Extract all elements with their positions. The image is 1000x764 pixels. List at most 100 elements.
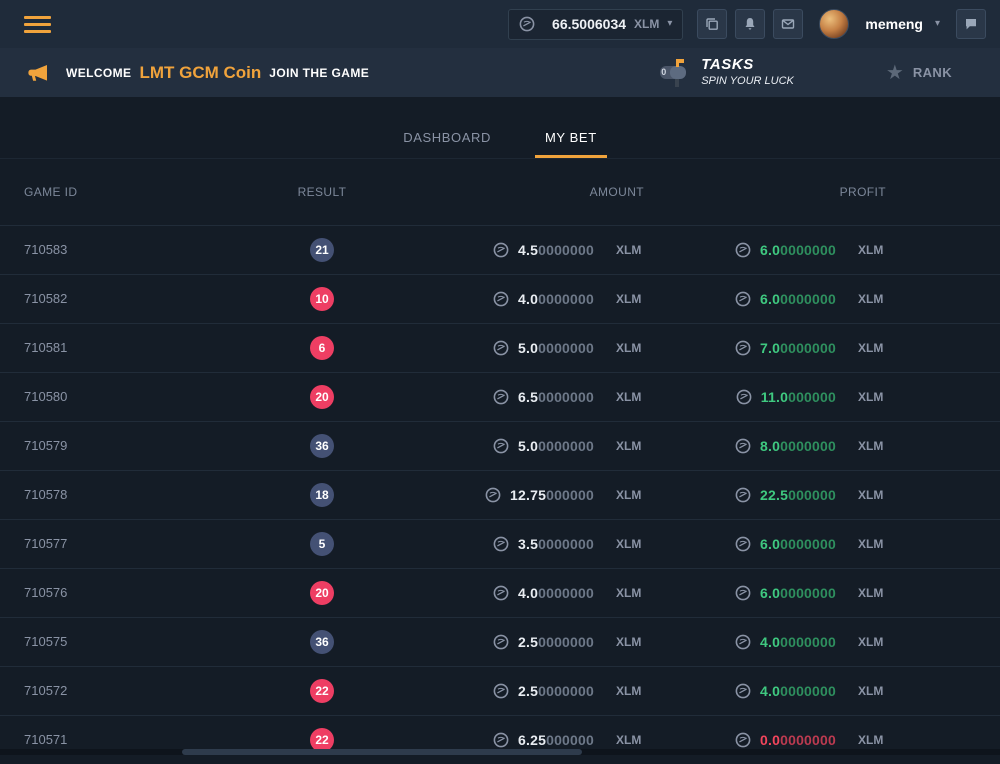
balance-selector[interactable]: 66.5006034 XLM ▾ [508, 9, 683, 40]
profit-cell: 6.00000000 XLM [735, 242, 886, 258]
amount-zeros: 0000000 [538, 389, 594, 405]
amount-value: 4.5 [518, 242, 538, 258]
currency-label: XLM [616, 292, 644, 306]
currency-label: XLM [858, 341, 886, 355]
profit-zeros: 0000000 [780, 438, 836, 454]
horizontal-scrollbar [0, 749, 1000, 755]
amount-cell: 4.00000000 XLM [493, 291, 644, 307]
currency-label: XLM [616, 586, 644, 600]
menu-icon[interactable] [24, 16, 51, 33]
currency-label: XLM [616, 341, 644, 355]
amount-zeros: 0000000 [538, 340, 594, 356]
amount-zeros: 0000000 [538, 536, 594, 552]
profit-cell: 22.5000000 XLM [735, 487, 886, 503]
amount-zeros: 0000000 [538, 585, 594, 601]
profit-value: 0.0 [760, 732, 780, 748]
balance-value: 66.5006034 [552, 16, 626, 32]
amount-cell: 5.00000000 XLM [493, 340, 644, 356]
table-row: 710571 22 6.25000000 XLM 0.00000000 XLM [0, 715, 1000, 764]
game-id-cell: 710571 [24, 731, 280, 749]
amount-cell: 6.50000000 XLM [493, 389, 644, 405]
result-badge: 20 [310, 385, 334, 409]
coin-icon [735, 340, 751, 356]
game-id-cell: 710582 [24, 290, 280, 308]
top-right-group: 66.5006034 XLM ▾ memeng ▾ [508, 9, 986, 40]
rank-button[interactable]: ★ RANK [886, 63, 952, 83]
profit-zeros: 0000000 [780, 242, 836, 258]
messages-button[interactable] [773, 9, 803, 39]
game-id: 710581 [24, 340, 67, 355]
tasks-title: TASKS [701, 56, 794, 75]
megaphone-icon [26, 61, 50, 85]
profit-value: 8.0 [760, 438, 780, 454]
profit-value: 22.5 [760, 487, 788, 503]
amount-cell: 12.75000000 XLM [485, 487, 644, 503]
game-id-cell: 710576 [24, 584, 280, 602]
profit-value: 6.0 [760, 585, 780, 601]
coin-name: LMT GCM Coin [139, 63, 261, 83]
table-header: GAME ID RESULT AMOUNT PROFIT [0, 159, 1000, 225]
game-id-cell: 710580 [24, 388, 280, 406]
amount-value: 2.5 [518, 683, 538, 699]
chat-button[interactable] [956, 9, 986, 39]
table-row: 710577 5 3.50000000 XLM 6.00000000 XLM [0, 519, 1000, 568]
table-row: 710572 22 2.50000000 XLM 4.00000000 XLM [0, 666, 1000, 715]
game-id: 710578 [24, 487, 67, 502]
result-cell: 20 [310, 385, 334, 409]
currency-label: XLM [858, 439, 886, 453]
mail-icon [780, 16, 796, 32]
amount-value: 2.5 [518, 634, 538, 650]
tab-dashboard[interactable]: DASHBOARD [393, 130, 501, 158]
result-badge: 6 [310, 336, 334, 360]
currency-label: XLM [858, 635, 886, 649]
tab-bar: DASHBOARD MY BET [0, 97, 1000, 159]
profit-zeros: 0000000 [780, 291, 836, 307]
join-text: JOIN THE GAME [269, 66, 369, 80]
amount-zeros: 0000000 [538, 634, 594, 650]
coin-icon [735, 683, 751, 699]
username[interactable]: memeng [865, 16, 923, 32]
profit-value: 4.0 [760, 634, 780, 650]
game-id: 710577 [24, 536, 67, 551]
result-cell: 18 [310, 483, 334, 507]
coin-icon [735, 438, 751, 454]
coin-icon [493, 732, 509, 748]
amount-value: 5.0 [518, 340, 538, 356]
user-menu-chevron-icon[interactable]: ▾ [935, 19, 940, 29]
currency-label: XLM [858, 243, 886, 257]
rank-label: RANK [913, 65, 952, 80]
result-cell: 22 [310, 679, 334, 703]
tab-my-bet[interactable]: MY BET [535, 130, 607, 158]
result-badge: 36 [310, 434, 334, 458]
profit-zeros: 0000000 [780, 683, 836, 699]
tasks-banner[interactable]: 0 TASKS SPIN YOUR LUCK [655, 55, 794, 91]
profit-cell: 6.00000000 XLM [735, 536, 886, 552]
coin-icon [493, 585, 509, 601]
coin-icon [493, 389, 509, 405]
currency-label: XLM [616, 733, 644, 747]
result-badge: 21 [310, 238, 334, 262]
result-badge: 18 [310, 483, 334, 507]
profit-cell: 0.00000000 XLM [735, 732, 886, 748]
coin-icon [493, 340, 509, 356]
copy-button[interactable] [697, 9, 727, 39]
scrollbar-thumb[interactable] [182, 749, 582, 755]
coin-icon [735, 487, 751, 503]
profit-zeros: 0000000 [780, 732, 836, 748]
bell-icon [742, 16, 758, 32]
game-id-cell: 710581 [24, 339, 280, 357]
notifications-button[interactable] [735, 9, 765, 39]
amount-cell: 2.50000000 XLM [493, 634, 644, 650]
result-badge: 20 [310, 581, 334, 605]
amount-value: 4.0 [518, 291, 538, 307]
balance-currency: XLM [634, 17, 659, 31]
table-row: 710575 36 2.50000000 XLM 4.00000000 XLM [0, 617, 1000, 666]
result-badge: 36 [310, 630, 334, 654]
amount-value: 5.0 [518, 438, 538, 454]
tasks-subtitle: SPIN YOUR LUCK [701, 75, 794, 89]
table-row: 710580 20 6.50000000 XLM 11.0000000 XLM [0, 372, 1000, 421]
avatar[interactable] [819, 9, 849, 39]
result-cell: 5 [310, 532, 334, 556]
profit-cell: 4.00000000 XLM [735, 683, 886, 699]
currency-label: XLM [858, 292, 886, 306]
